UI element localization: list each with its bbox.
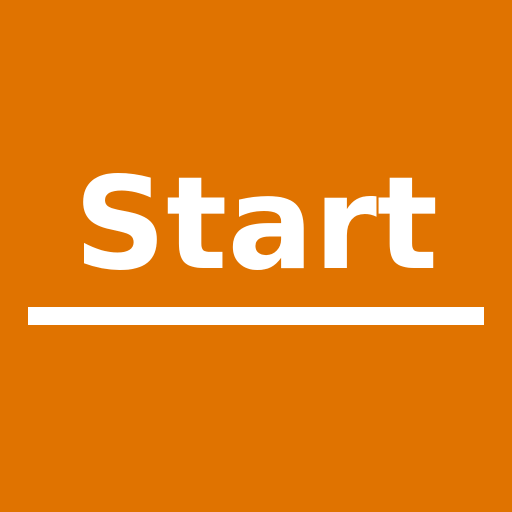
start-underline (28, 307, 484, 325)
start-screen: Start (0, 0, 512, 512)
start-label: Start (73, 150, 439, 299)
start-button[interactable]: Start (0, 0, 512, 512)
